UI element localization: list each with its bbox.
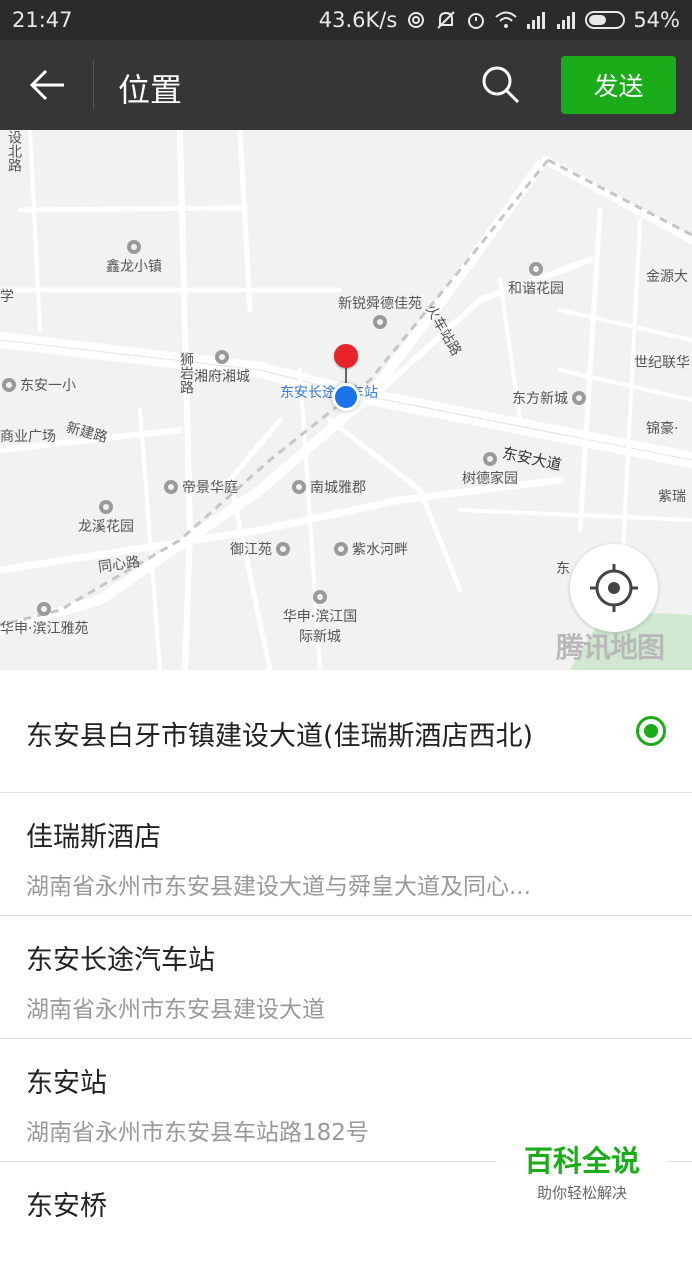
- list-item-name: 东安站: [26, 1068, 107, 1099]
- poi-label: 和谐花园: [508, 281, 564, 297]
- watermark-title: 百科全说: [523, 1144, 640, 1178]
- status-time: 21:47: [12, 8, 73, 32]
- poi-label: 树德家园: [462, 471, 518, 487]
- list-item[interactable]: 东安长途汽车站 湖南省永州市东安县建设大道: [0, 916, 692, 1039]
- poi[interactable]: 新锐舜德佳苑: [338, 293, 422, 329]
- poi-label: 南城雅郡: [310, 480, 366, 496]
- poi-icon: [292, 480, 306, 494]
- signal-icon: [527, 12, 546, 29]
- poi-label: 湘府湘城: [194, 369, 250, 385]
- poi[interactable]: 东: [556, 558, 570, 578]
- search-icon[interactable]: [476, 60, 526, 110]
- list-item-address: 湖南省永州市东安县建设大道与舜皇大道及同心...: [26, 874, 531, 900]
- locate-me-button[interactable]: [570, 544, 658, 632]
- send-button[interactable]: 发送: [561, 56, 676, 114]
- poi[interactable]: 龙溪花园: [78, 500, 134, 536]
- road-label: 狮岩路: [178, 352, 194, 394]
- poi-icon: [215, 350, 229, 364]
- map-view[interactable]: 设北路 狮岩路 新建路 同心路 火车站路 东安大道 鑫龙小镇 新锐舜德佳苑 和谐…: [0, 130, 692, 670]
- poi-label: 东: [556, 561, 570, 577]
- poi[interactable]: 华申·滨江国际新城: [280, 590, 360, 646]
- poi[interactable]: 树德家园: [462, 452, 518, 488]
- site-watermark: 百科全说 助你轻松解决: [496, 1132, 668, 1210]
- list-item-address: 湖南省永州市东安县建设大道: [26, 997, 325, 1023]
- net-speed: 43.6K/s: [318, 8, 398, 32]
- alarm-icon: [468, 13, 485, 29]
- battery-fill: [589, 15, 607, 25]
- poi-label: 锦豪·: [646, 421, 679, 437]
- poi[interactable]: 华申·滨江雅苑: [0, 602, 88, 638]
- status-bar: 21:47 43.6K/s 54%: [0, 0, 692, 40]
- poi[interactable]: 紫瑞: [658, 486, 686, 506]
- battery-percent: 54%: [633, 8, 680, 32]
- hotspot-icon: [408, 12, 425, 28]
- signal-icon: [557, 12, 576, 29]
- poi[interactable]: 和谐花园: [508, 262, 564, 298]
- poi[interactable]: 世纪联华: [634, 352, 690, 372]
- poi-icon: [99, 500, 113, 514]
- poi-label: 华申·滨江雅苑: [0, 621, 89, 637]
- poi-label: 鑫龙小镇: [106, 259, 162, 275]
- list-item-selected[interactable]: 东安县白牙市镇建设大道(佳瑞斯酒店西北): [0, 670, 692, 793]
- selected-radio-icon: [636, 716, 666, 746]
- poi-label: 御江苑: [230, 542, 272, 558]
- poi-label: 世纪联华: [634, 355, 690, 371]
- poi[interactable]: 商业广场: [0, 426, 56, 446]
- poi[interactable]: 东安一小: [2, 375, 76, 395]
- poi-label: 华申·滨江国际新城: [282, 609, 358, 645]
- poi[interactable]: 锦豪·: [646, 418, 678, 438]
- poi-label: 紫水河畔: [352, 542, 408, 558]
- poi-icon: [572, 391, 586, 405]
- poi-icon: [529, 262, 543, 276]
- poi-label: 东安一小: [20, 378, 76, 394]
- poi-label: 帝景华庭: [182, 480, 238, 496]
- poi-icon: [127, 240, 141, 254]
- title-bar: 位置 发送: [0, 40, 692, 130]
- poi-label: 紫瑞: [658, 489, 686, 505]
- poi-label: 新锐舜德佳苑: [338, 296, 422, 312]
- page-title: 位置: [118, 71, 183, 109]
- wifi-icon: [495, 11, 517, 28]
- poi[interactable]: 湘府湘城: [194, 350, 250, 386]
- current-location-icon: [332, 383, 360, 411]
- poi-icon: [373, 315, 387, 329]
- poi[interactable]: 东方新城: [512, 388, 586, 408]
- header-divider: [93, 60, 94, 110]
- map-partial-label: 学: [0, 289, 14, 305]
- crosshair-icon: [590, 564, 638, 612]
- station-label: 东安长途汽车站: [280, 385, 378, 401]
- status-icons: 43.6K/s 54%: [319, 8, 680, 32]
- poi-icon: [313, 590, 327, 604]
- poi[interactable]: 鑫龙小镇: [106, 240, 162, 276]
- poi-icon: [276, 542, 290, 556]
- poi-icon: [483, 452, 497, 466]
- road-label: 设北路: [6, 130, 22, 172]
- poi-label: 商业广场: [0, 429, 56, 445]
- map-provider-logo: 腾讯地图: [556, 631, 665, 664]
- list-item-name: 东安桥: [26, 1191, 107, 1222]
- poi-icon: [164, 480, 178, 494]
- battery-icon: [585, 11, 626, 29]
- poi-icon: [2, 378, 16, 392]
- mute-icon: [437, 11, 456, 29]
- poi[interactable]: 紫水河畔: [334, 539, 408, 559]
- location-pin-icon: [334, 344, 358, 368]
- poi[interactable]: 御江苑: [230, 539, 290, 559]
- poi-label: 龙溪花园: [78, 519, 134, 535]
- poi[interactable]: 帝景华庭: [164, 477, 238, 497]
- list-item-name: 东安县白牙市镇建设大道(佳瑞斯酒店西北): [26, 721, 534, 752]
- poi-icon: [37, 602, 52, 616]
- list-item-name: 东安长途汽车站: [26, 945, 215, 976]
- list-item-name: 佳瑞斯酒店: [26, 822, 161, 853]
- poi-label: 金源大: [646, 269, 688, 285]
- poi-label: 东方新城: [512, 391, 568, 407]
- poi[interactable]: 南城雅郡: [292, 477, 366, 497]
- watermark-subtitle: 助你轻松解决: [536, 1184, 627, 1202]
- poi-icon: [334, 542, 348, 556]
- poi[interactable]: 金源大: [646, 266, 688, 286]
- arrow-left-icon[interactable]: [24, 60, 72, 110]
- list-item[interactable]: 佳瑞斯酒店 湖南省永州市东安县建设大道与舜皇大道及同心...: [0, 793, 692, 916]
